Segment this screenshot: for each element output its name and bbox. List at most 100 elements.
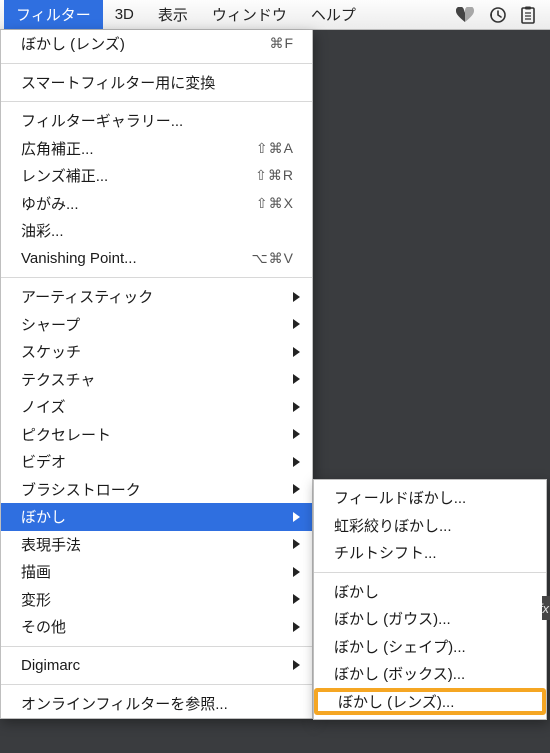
- menu-item-label: ぼかし (レンズ): [21, 33, 269, 54]
- submenu-caret-icon: [293, 660, 300, 670]
- submenu-item-blur[interactable]: ぼかし: [314, 578, 546, 606]
- menu-item-shortcut: ⇧⌘X: [256, 195, 294, 212]
- submenu-caret-icon: [293, 457, 300, 467]
- menubar-item-help[interactable]: ヘルプ: [299, 0, 368, 29]
- menu-item-texture[interactable]: テクスチャ: [1, 366, 312, 394]
- history-icon[interactable]: [488, 6, 506, 24]
- menu-item-label: 変形: [21, 589, 294, 610]
- blur-submenu: フィールドぼかし... 虹彩絞りぼかし... チルトシフト... ぼかし ぼかし…: [313, 479, 547, 720]
- menu-item-stylize[interactable]: 表現手法: [1, 531, 312, 559]
- menu-item-convert-smart-filter[interactable]: スマートフィルター用に変換: [1, 69, 312, 97]
- menu-item-label: スケッチ: [21, 341, 294, 362]
- menu-item-label: アーティスティック: [21, 286, 294, 307]
- submenu-caret-icon: [293, 484, 300, 494]
- menu-item-shortcut: ⇧⌘R: [255, 167, 294, 184]
- menu-item-liquify[interactable]: ゆがみ... ⇧⌘X: [1, 190, 312, 218]
- submenu-caret-icon: [293, 567, 300, 577]
- menubar-item-label: 3D: [115, 6, 134, 23]
- menu-item-label: 油彩...: [21, 220, 294, 241]
- menu-item-label: レンズ補正...: [21, 165, 255, 186]
- submenu-caret-icon: [293, 512, 300, 522]
- menu-item-filter-gallery[interactable]: フィルターギャラリー...: [1, 107, 312, 135]
- menubar-right-icons: [456, 6, 546, 24]
- menu-item-render[interactable]: 描画: [1, 558, 312, 586]
- menu-item-vanishing-point[interactable]: Vanishing Point... ⌥⌘V: [1, 245, 312, 273]
- submenu-caret-icon: [293, 292, 300, 302]
- submenu-item-iris-blur[interactable]: 虹彩絞りぼかし...: [314, 512, 546, 540]
- heart-icon[interactable]: [456, 7, 474, 23]
- submenu-caret-icon: [293, 347, 300, 357]
- menu-item-label: ぼかし: [334, 581, 528, 602]
- menu-separator: [1, 646, 312, 647]
- menu-item-digimarc[interactable]: Digimarc: [1, 652, 312, 680]
- menu-item-other[interactable]: その他: [1, 613, 312, 641]
- menu-separator: [1, 63, 312, 64]
- menubar-item-3d[interactable]: 3D: [103, 0, 146, 29]
- menu-separator: [314, 572, 546, 573]
- menu-item-label: シャープ: [21, 314, 294, 335]
- menu-item-label: ゆがみ...: [21, 193, 256, 214]
- menu-separator: [1, 101, 312, 102]
- menu-item-video[interactable]: ビデオ: [1, 448, 312, 476]
- submenu-caret-icon: [293, 402, 300, 412]
- submenu-item-lens-blur[interactable]: ぼかし (レンズ)...: [314, 688, 546, 716]
- menu-item-adaptive-wide-angle[interactable]: 広角補正... ⇧⌘A: [1, 135, 312, 163]
- menubar-item-window[interactable]: ウィンドウ: [200, 0, 299, 29]
- menu-item-label: Digimarc: [21, 657, 294, 674]
- filter-menu: ぼかし (レンズ) ⌘F スマートフィルター用に変換 フィルターギャラリー...…: [0, 30, 313, 719]
- menu-item-label: ノイズ: [21, 396, 294, 417]
- menu-item-label: テクスチャ: [21, 369, 294, 390]
- menu-item-label: スマートフィルター用に変換: [21, 72, 294, 93]
- submenu-caret-icon: [293, 319, 300, 329]
- menu-separator: [1, 684, 312, 685]
- menu-item-shortcut: ⌥⌘V: [252, 250, 294, 267]
- menu-item-label: Vanishing Point...: [21, 250, 252, 267]
- clipboard-icon[interactable]: [520, 6, 536, 24]
- submenu-item-shape-blur[interactable]: ぼかし (シェイプ)...: [314, 633, 546, 661]
- submenu-caret-icon: [293, 539, 300, 549]
- menu-item-sharpen[interactable]: シャープ: [1, 311, 312, 339]
- menubar: フィルター 3D 表示 ウィンドウ ヘルプ: [0, 0, 550, 30]
- menu-item-label: ぼかし (レンズ)...: [338, 691, 524, 712]
- menu-item-label: 表現手法: [21, 534, 294, 555]
- menu-item-blur[interactable]: ぼかし: [1, 503, 312, 531]
- menu-item-brush-strokes[interactable]: ブラシストローク: [1, 476, 312, 504]
- submenu-caret-icon: [293, 622, 300, 632]
- menu-item-oil-paint[interactable]: 油彩...: [1, 217, 312, 245]
- submenu-item-tilt-shift[interactable]: チルトシフト...: [314, 539, 546, 567]
- menu-item-label: チルトシフト...: [334, 542, 528, 563]
- submenu-item-gaussian-blur[interactable]: ぼかし (ガウス)...: [314, 605, 546, 633]
- menu-item-label: 広角補正...: [21, 138, 256, 159]
- menu-item-label: その他: [21, 616, 294, 637]
- menu-item-label: ぼかし (ボックス)...: [334, 663, 528, 684]
- menu-item-shortcut: ⇧⌘A: [256, 140, 294, 157]
- menubar-item-view[interactable]: 表示: [146, 0, 200, 29]
- menubar-item-label: ウィンドウ: [212, 4, 287, 25]
- menu-item-label: ぼかし: [21, 506, 294, 527]
- menu-item-label: オンラインフィルターを参照...: [21, 693, 294, 714]
- menu-item-shortcut: ⌘F: [269, 35, 294, 52]
- menu-item-lens-correction[interactable]: レンズ補正... ⇧⌘R: [1, 162, 312, 190]
- menu-item-noise[interactable]: ノイズ: [1, 393, 312, 421]
- menu-item-browse-online-filters[interactable]: オンラインフィルターを参照...: [1, 690, 312, 718]
- menubar-item-label: フィルター: [16, 4, 91, 25]
- submenu-item-field-blur[interactable]: フィールドぼかし...: [314, 484, 546, 512]
- menu-item-distort[interactable]: 変形: [1, 586, 312, 614]
- menu-item-label: ビデオ: [21, 451, 294, 472]
- fx-label: fx: [542, 601, 549, 616]
- menu-item-sketch[interactable]: スケッチ: [1, 338, 312, 366]
- menu-item-last-filter[interactable]: ぼかし (レンズ) ⌘F: [1, 30, 312, 58]
- menu-item-artistic[interactable]: アーティスティック: [1, 283, 312, 311]
- menubar-item-label: ヘルプ: [311, 4, 356, 25]
- menu-item-label: フィールドぼかし...: [334, 487, 528, 508]
- submenu-item-box-blur[interactable]: ぼかし (ボックス)...: [314, 660, 546, 688]
- menu-item-pixelate[interactable]: ピクセレート: [1, 421, 312, 449]
- menubar-item-label: 表示: [158, 4, 188, 25]
- menu-item-label: ブラシストローク: [21, 479, 294, 500]
- submenu-caret-icon: [293, 374, 300, 384]
- submenu-caret-icon: [293, 429, 300, 439]
- menu-separator: [1, 277, 312, 278]
- submenu-caret-icon: [293, 594, 300, 604]
- menubar-item-filter[interactable]: フィルター: [4, 0, 103, 29]
- menu-item-label: ピクセレート: [21, 424, 294, 445]
